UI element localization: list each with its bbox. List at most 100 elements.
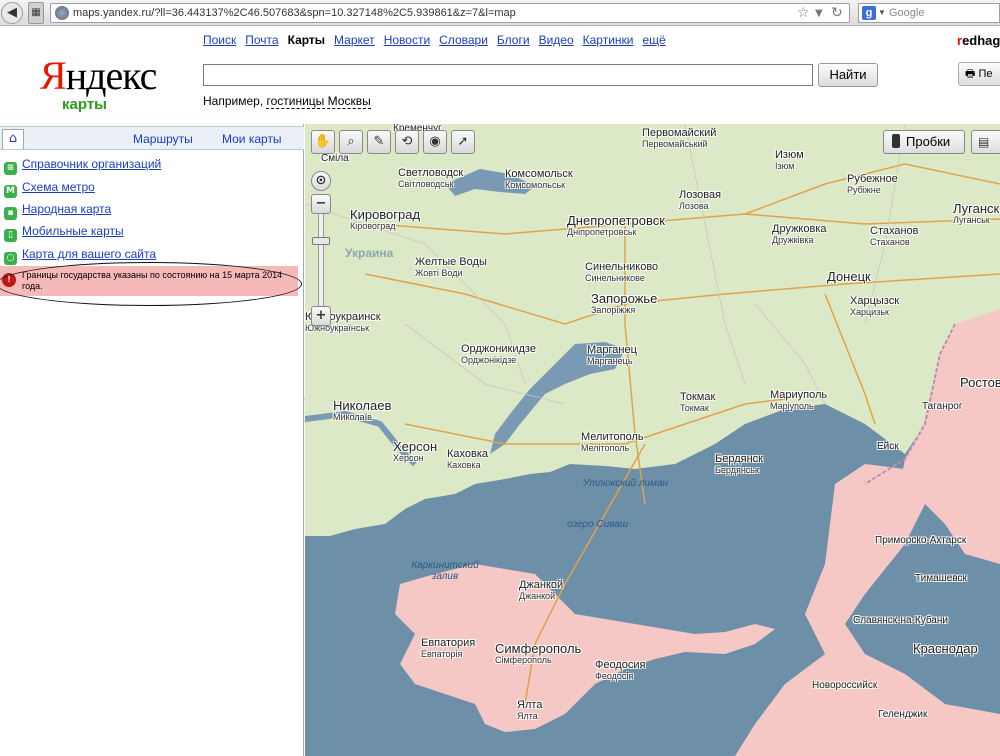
zoom-out-icon[interactable]: − bbox=[311, 194, 331, 214]
city-label: Донецк bbox=[827, 269, 871, 284]
city-label: Бердянск Бердянськ bbox=[715, 453, 763, 475]
city-label: Стаханов Стаханов bbox=[870, 225, 919, 247]
zoom-slider[interactable] bbox=[318, 199, 324, 307]
search-input[interactable] bbox=[203, 64, 813, 86]
city-label: Симферополь Сімферополь bbox=[495, 641, 582, 665]
zoom-in-icon[interactable]: + bbox=[311, 306, 331, 326]
city-label: Херсон Херсон bbox=[393, 439, 438, 463]
sidebar: ⌂ Маршруты Мои карты ≡ Справочник организ… bbox=[0, 124, 304, 756]
highlight-ellipse bbox=[0, 262, 302, 306]
city-label: Ростов bbox=[960, 375, 1000, 390]
map-toolbar: ✋ ⌕ ✎ ⟲ ◉ ➚ bbox=[311, 130, 479, 154]
ruler-icon[interactable]: ✎ bbox=[367, 130, 391, 154]
city-label: Таганрог bbox=[922, 401, 963, 412]
magnifier-icon[interactable]: ⌕ bbox=[339, 130, 363, 154]
city-label: Дружковка Дружківка bbox=[772, 223, 827, 245]
traffic-label: Пробки bbox=[906, 134, 951, 149]
city-label: Мариуполь Маріуполь bbox=[770, 389, 828, 411]
browser-search-placeholder: Google bbox=[889, 7, 925, 19]
address-bar[interactable]: maps.yandex.ru/?ll=36.443137%2C46.507683… bbox=[50, 3, 850, 23]
layers-icon[interactable]: ▤ bbox=[971, 130, 1000, 154]
example-link[interactable]: гостиницы Москвы bbox=[266, 94, 371, 109]
sidebar-item-mobile[interactable]: ▯ Мобильные карты bbox=[4, 224, 124, 242]
dropdown-icon[interactable]: ▼ bbox=[878, 8, 886, 17]
user-name-rest: edhag bbox=[962, 33, 1000, 48]
city-label: Геленджик bbox=[878, 709, 928, 720]
city-label: Орджоникидзе Орджонікідзе bbox=[461, 343, 536, 365]
service-link-video[interactable]: Видео bbox=[539, 33, 574, 47]
zoom-slider-knob[interactable] bbox=[312, 237, 330, 245]
sidebar-item-metro[interactable]: M Схема метро bbox=[4, 180, 95, 198]
user-name-link[interactable]: redhag bbox=[957, 33, 1000, 48]
print-button[interactable]: 🖶 Пе bbox=[958, 62, 1000, 86]
camera-icon[interactable]: ◉ bbox=[423, 130, 447, 154]
apps-grid-icon[interactable]: ▦ bbox=[28, 2, 44, 24]
back-arrow-icon[interactable]: ◀ bbox=[1, 2, 23, 24]
zoom-control: ⊙ − + bbox=[310, 171, 332, 331]
city-label: Евпатория Евпаторія bbox=[421, 637, 476, 659]
service-link-blogs[interactable]: Блоги bbox=[497, 33, 530, 47]
map-view[interactable]: Украина Утлюкский лиман озеро Сиваш Карк… bbox=[305, 124, 1000, 756]
water-label: Утлюкский лиман bbox=[583, 478, 669, 489]
service-link-search[interactable]: Поиск bbox=[203, 33, 236, 47]
city-label: Токмак Токмак bbox=[680, 391, 716, 413]
service-link-dictionaries[interactable]: Словари bbox=[439, 33, 488, 47]
route-icon[interactable]: ⟲ bbox=[395, 130, 419, 154]
city-label: Рубежное Рубіжне bbox=[847, 173, 898, 195]
city-label: Феодосия Феодосія bbox=[595, 659, 646, 681]
city-label: Тимашевск bbox=[915, 573, 967, 584]
browser-toolbar: ◀ ▦ maps.yandex.ru/?ll=36.443137%2C46.50… bbox=[0, 0, 1000, 26]
site-map-icon: ○ bbox=[4, 252, 17, 265]
service-link-images[interactable]: Картинки bbox=[583, 33, 634, 47]
example-prefix: Например, bbox=[203, 94, 267, 108]
city-label: Сміла bbox=[321, 153, 349, 164]
dropdown-icon[interactable]: ▼ bbox=[815, 8, 823, 19]
city-label: Запорожье Запоріжжя bbox=[591, 291, 658, 315]
city-label: Каховка Каховка bbox=[447, 448, 489, 470]
city-label: Луганск Луганськ bbox=[953, 201, 1000, 225]
city-label: Синельниково Синельникове bbox=[585, 261, 659, 283]
sidebar-item-people-map[interactable]: ▪ Народная карта bbox=[4, 202, 111, 220]
logo-rest: ндекс bbox=[65, 53, 158, 98]
directory-icon: ≡ bbox=[4, 162, 17, 175]
yandex-logo[interactable]: Яндекс bbox=[40, 52, 158, 99]
logo-first-letter: Я bbox=[40, 53, 67, 98]
city-label: Лозовая Лозова bbox=[679, 189, 722, 211]
sidebar-tabs: ⌂ Маршруты Мои карты bbox=[0, 126, 304, 150]
services-nav: Поиск Почта Карты Маркет Новости Словари Блоги… bbox=[203, 33, 675, 47]
country-label: Украина bbox=[345, 246, 394, 260]
recenter-icon[interactable]: ⊙ bbox=[311, 171, 331, 191]
service-link-news[interactable]: Новости bbox=[384, 33, 430, 47]
people-map-icon: ▪ bbox=[4, 207, 17, 220]
hand-icon[interactable]: ✋ bbox=[311, 130, 335, 154]
tab-routes[interactable]: Маршруты bbox=[133, 132, 193, 146]
city-label: Желтые Воды Жовті Води bbox=[415, 256, 487, 278]
url-text: maps.yandex.ru/?ll=36.443137%2C46.507683… bbox=[73, 7, 516, 19]
reload-icon[interactable]: ↻ bbox=[831, 5, 843, 21]
browser-search-box[interactable]: g ▼ Google bbox=[858, 3, 1000, 23]
pointer-icon[interactable]: ➚ bbox=[451, 130, 475, 154]
city-label: Приморско-Ахтарск bbox=[875, 535, 967, 546]
city-label: Харцызск Харцизьк bbox=[850, 295, 900, 317]
traffic-button[interactable]: Пробки bbox=[883, 130, 965, 154]
service-link-more[interactable]: ещё bbox=[642, 33, 665, 47]
service-link-mail[interactable]: Почта bbox=[245, 33, 278, 47]
star-icon[interactable]: ☆ bbox=[797, 5, 810, 21]
city-label: Изюм Ізюм bbox=[775, 149, 804, 171]
tab-my-maps[interactable]: Мои карты bbox=[222, 132, 282, 146]
home-icon[interactable]: ⌂ bbox=[2, 129, 24, 149]
city-label: Славянск-на-Кубани bbox=[853, 615, 948, 626]
service-link-maps: Карты bbox=[287, 33, 326, 47]
city-label: Джанкой Джанкой bbox=[519, 579, 564, 601]
city-label: Первомайский Первомайський bbox=[642, 127, 717, 149]
city-label: Кировоград Кіровоград bbox=[350, 207, 421, 231]
metro-icon: M bbox=[4, 185, 17, 198]
search-button[interactable]: Найти bbox=[818, 63, 878, 87]
google-logo-icon: g bbox=[862, 6, 876, 20]
sidebar-item-directory[interactable]: ≡ Справочник организаций bbox=[4, 157, 161, 175]
city-label: Новороссийск bbox=[812, 680, 878, 691]
service-link-market[interactable]: Маркет bbox=[334, 33, 375, 47]
city-label: Николаев Миколаїв bbox=[333, 398, 392, 422]
city-label: Днепропетровск Дніпропетровськ bbox=[567, 213, 665, 237]
globe-icon bbox=[55, 6, 69, 20]
